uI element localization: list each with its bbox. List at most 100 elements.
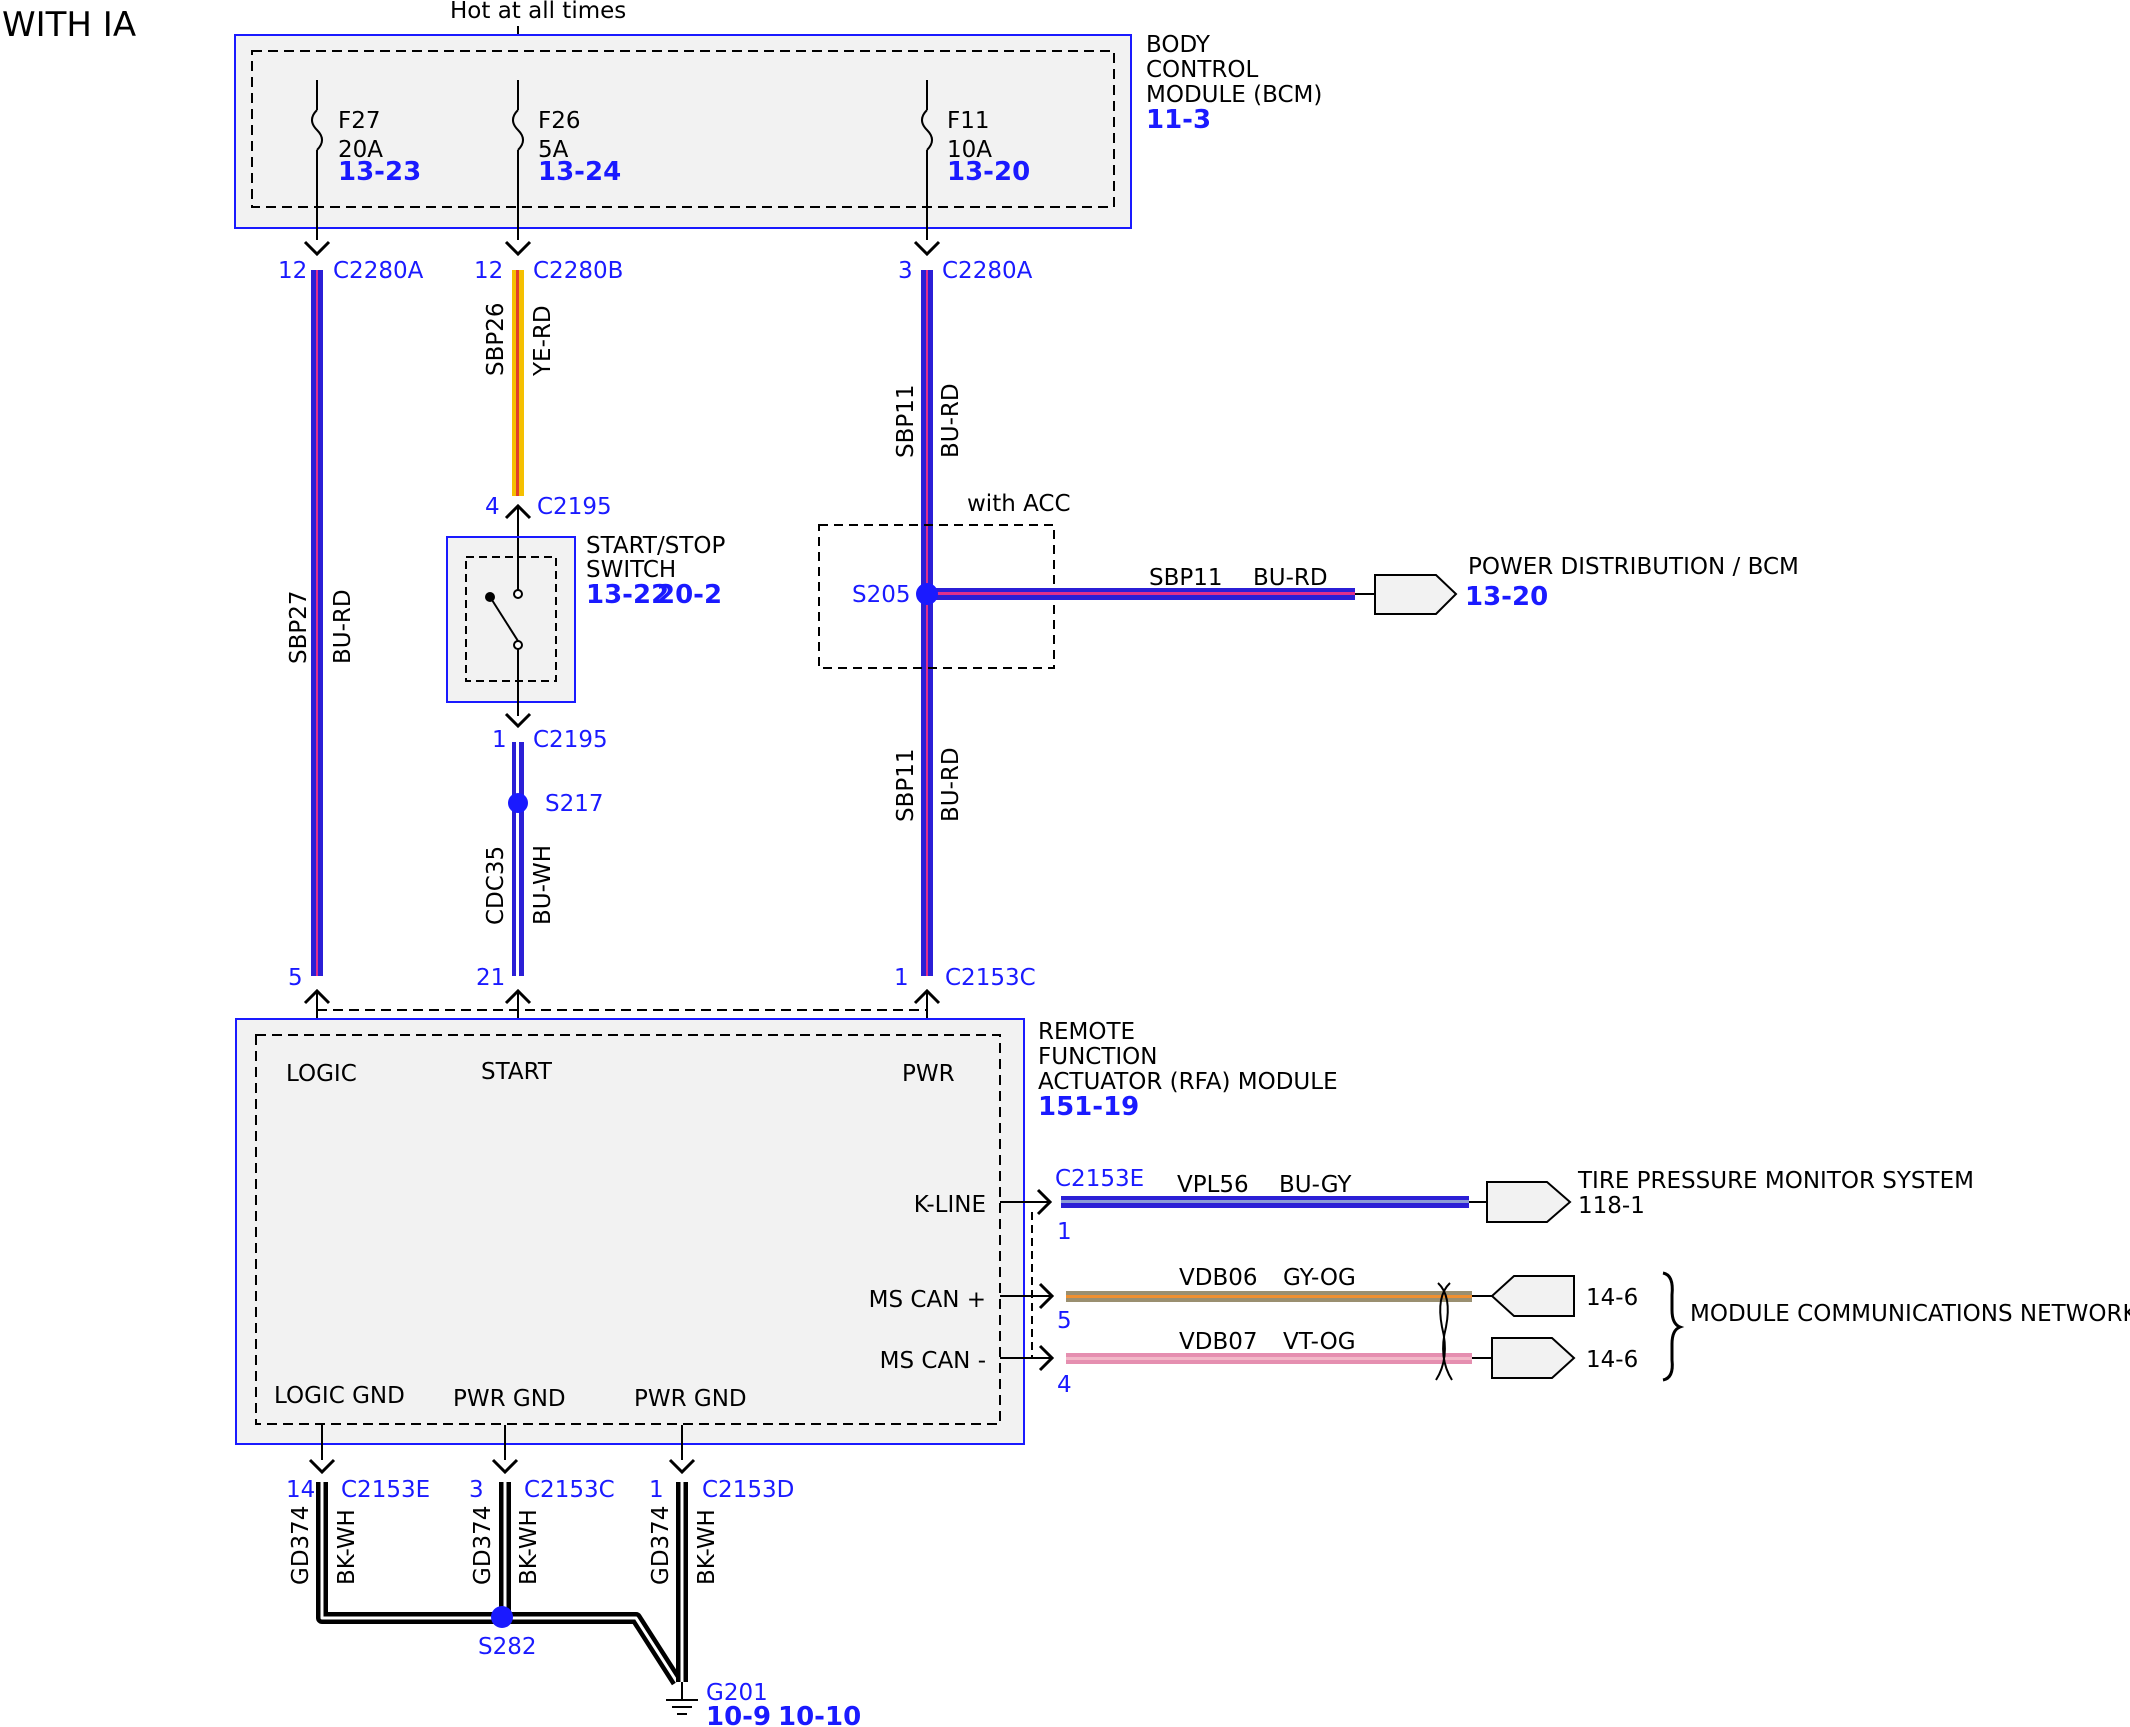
gnd-pin-1: 1 — [649, 1477, 664, 1503]
supply-label: Hot at all times — [450, 0, 626, 24]
gnd-wire-3-color: BK-WH — [694, 1509, 720, 1585]
tpms-connector — [1486, 1181, 1572, 1223]
power-dist-label: POWER DISTRIBUTION / BCM — [1468, 554, 1799, 580]
mcn-brace-icon — [1662, 1271, 1685, 1382]
wire-sbp26-stripe — [516, 270, 519, 496]
wire-sbp11-upper-color: BU-RD — [938, 383, 964, 458]
mscan-minus-pin: 4 — [1057, 1372, 1072, 1398]
fuse-f11-name: F11 — [947, 108, 990, 134]
pin-12-c2280a: 12 — [278, 258, 307, 284]
splice-s205-label: S205 — [852, 582, 911, 608]
rfa-pin-logic-gnd: LOGIC GND — [274, 1383, 405, 1409]
wire-vpl56-stripe — [1061, 1200, 1469, 1203]
arrow-c2280b — [504, 240, 532, 257]
wire-sbp11-lower-color: BU-RD — [938, 747, 964, 822]
mcn-ref-plus: 14-6 — [1586, 1285, 1638, 1311]
gnd-wire-3-circuit: GD374 — [648, 1506, 674, 1585]
gnd-wire-1-circuit: GD374 — [288, 1506, 314, 1585]
wire-vpl56-circuit: VPL56 — [1177, 1172, 1249, 1198]
wire-cdc35-circuit: CDC35 — [483, 846, 509, 925]
rfa-pin-pwr-gnd-2: PWR GND — [634, 1386, 747, 1412]
switch-bottom-pin: 1 — [492, 727, 507, 753]
wire-vdb07-color: VT-OG — [1283, 1329, 1356, 1355]
mscan-minus-connector — [1491, 1337, 1576, 1379]
wire-cdc35-stripe — [516, 742, 519, 976]
pin-12-c2280b: 12 — [474, 258, 503, 284]
rfa-pin-logic: LOGIC — [286, 1061, 357, 1087]
gnd-wire-1-color: BK-WH — [334, 1509, 360, 1585]
gnd-conn-c2153c: C2153C — [524, 1477, 615, 1503]
gnd-conn-c2153e: C2153E — [341, 1477, 430, 1503]
rfa-pin-mscan-minus: MS CAN - — [880, 1348, 986, 1374]
gnd-wire-2-color: BK-WH — [516, 1509, 542, 1585]
wire-sbp11-stripe — [926, 270, 928, 976]
wire-sbp11-branch-color: BU-RD — [1253, 565, 1328, 591]
fuse-f27-ref: 13-23 — [338, 157, 421, 187]
kline-pin: 1 — [1057, 1219, 1072, 1245]
mscan-plus-pin: 5 — [1057, 1308, 1072, 1334]
ground-ref-2: 10-10 — [778, 1702, 861, 1727]
wire-vdb06-color: GY-OG — [1283, 1265, 1356, 1291]
wire-sbp11-lower-circuit: SBP11 — [893, 748, 919, 822]
mscan-plus-connector — [1490, 1275, 1575, 1317]
fuse-f26-ref: 13-24 — [538, 157, 621, 187]
arrow-c2153d-gnd — [668, 1458, 696, 1475]
power-dist-connector — [1374, 574, 1458, 615]
rfa-ref: 151-19 — [1038, 1092, 1139, 1122]
conn-c2280b: C2280B — [533, 258, 623, 284]
fuse-f26-name: F26 — [538, 108, 581, 134]
rfa-label-1: REMOTE — [1038, 1019, 1135, 1045]
rfa-pin-1: 1 — [894, 965, 909, 991]
rfa-pin-21: 21 — [476, 965, 505, 991]
bcm-label-1: BODY — [1146, 32, 1211, 58]
gnd-wire-2-circuit: GD374 — [470, 1506, 496, 1585]
splice-s282 — [491, 1606, 513, 1628]
wire-vdb06-stripe — [1066, 1295, 1472, 1298]
splice-s217-label: S217 — [545, 791, 604, 817]
fuse-f11-ref: 13-20 — [947, 157, 1030, 187]
mcn-label: MODULE COMMUNICATIONS NETWORK — [1690, 1301, 2130, 1327]
tpms-label: TIRE PRESSURE MONITOR SYSTEM — [1577, 1168, 1974, 1194]
arrow-c2280a-left — [303, 240, 331, 257]
rfa-pin-pwr: PWR — [902, 1061, 955, 1087]
wire-sbp11-branch-circuit: SBP11 — [1149, 565, 1223, 591]
wire-vdb07-circuit: VDB07 — [1179, 1329, 1258, 1355]
rfa-pin-mscan-plus: MS CAN + — [869, 1287, 986, 1313]
wire-sbp27-color: BU-RD — [330, 589, 356, 664]
switch-bottom-conn: C2195 — [533, 727, 608, 753]
conn-c2280a-left: C2280A — [333, 258, 424, 284]
switch-top-conn: C2195 — [537, 494, 612, 520]
fuse-f27-name: F27 — [338, 108, 381, 134]
switch-label-1: START/STOP — [586, 533, 725, 559]
conn-c2280a-right: C2280A — [942, 258, 1033, 284]
wiring-diagram: WITH IA Hot at all times BODY CONTROL MO… — [2, 0, 2130, 1727]
splice-s205 — [916, 583, 938, 605]
acc-label: with ACC — [967, 491, 1071, 517]
rfa-pin-start: START — [481, 1059, 553, 1085]
ground-ref-1: 10-9 — [706, 1702, 771, 1727]
wire-sbp11-upper-circuit: SBP11 — [893, 384, 919, 458]
tpms-ref: 118-1 — [1578, 1193, 1645, 1219]
wire-vpl56-color: BU-GY — [1279, 1172, 1352, 1198]
rfa-label-2: FUNCTION — [1038, 1044, 1157, 1070]
gnd-pin-14: 14 — [286, 1477, 315, 1503]
wire-sbp11-branch-stripe — [927, 592, 1355, 595]
power-dist-ref: 13-20 — [1465, 582, 1548, 612]
rfa-pin-5: 5 — [288, 965, 303, 991]
bcm-label-2: CONTROL — [1146, 57, 1259, 83]
splice-s217 — [508, 793, 528, 813]
wire-sbp26-color: YE-RD — [530, 305, 556, 377]
kline-conn: C2153E — [1055, 1166, 1144, 1192]
pin-3-c2280a: 3 — [898, 258, 913, 284]
ground-icon — [666, 1699, 698, 1715]
arrow-c2280a-right — [913, 240, 941, 257]
rfa-conn-c2153c: C2153C — [945, 965, 1036, 991]
mcn-ref-minus: 14-6 — [1586, 1347, 1638, 1373]
gnd-conn-c2153d: C2153D — [702, 1477, 794, 1503]
wire-vdb07-stripe — [1066, 1357, 1472, 1360]
wire-cdc35-color: BU-WH — [530, 845, 556, 925]
rfa-pin-kline: K-LINE — [914, 1192, 986, 1218]
splice-s282-label: S282 — [478, 1634, 537, 1660]
wire-sbp27-stripe — [316, 270, 318, 976]
switch-ref-2: 20-2 — [657, 580, 722, 610]
